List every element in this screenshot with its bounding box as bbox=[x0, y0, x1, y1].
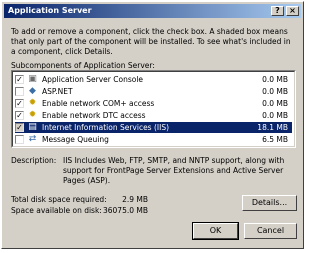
dtc-icon: ✹ bbox=[28, 110, 37, 120]
cancel-button[interactable]: Cancel bbox=[244, 223, 297, 239]
checkbox-message-queuing[interactable] bbox=[15, 135, 24, 144]
message-queuing-icon: ⇄ bbox=[28, 134, 37, 144]
component-row-aspnet[interactable]: ◆ ASP.NET 0.0 MB bbox=[15, 86, 292, 97]
component-size: 0.0 MB bbox=[262, 99, 288, 108]
component-name: Message Queuing bbox=[42, 135, 109, 144]
description-label: Description: bbox=[11, 156, 57, 165]
component-size: 0.0 MB bbox=[262, 75, 288, 84]
aspnet-icon: ◆ bbox=[29, 86, 36, 96]
help-button[interactable]: ? bbox=[271, 6, 284, 16]
application-server-dialog: Application Server ? × To add or remove … bbox=[1, 1, 304, 249]
close-button[interactable]: × bbox=[286, 6, 299, 16]
component-size: 0.0 MB bbox=[262, 111, 288, 120]
disk-required-value: 2.9 MB bbox=[122, 195, 148, 204]
checkbox-com-plus[interactable]: ✓ bbox=[15, 99, 24, 108]
component-size: 18.1 MB bbox=[257, 123, 288, 132]
component-size: 6.5 MB bbox=[262, 135, 288, 144]
component-name: Application Server Console bbox=[42, 75, 144, 84]
disk-available-label: Space available on disk: bbox=[11, 206, 102, 215]
components-list[interactable]: ✓ ▣ Application Server Console 0.0 MB ◆ … bbox=[11, 70, 296, 148]
component-row-com-plus[interactable]: ✓ ✹ Enable network COM+ access 0.0 MB bbox=[15, 98, 292, 109]
component-size: 0.0 MB bbox=[262, 87, 288, 96]
ok-button[interactable]: OK bbox=[192, 222, 239, 240]
window-title: Application Server bbox=[8, 6, 92, 15]
disk-required-label: Total disk space required: bbox=[11, 195, 107, 204]
component-name: Enable network DTC access bbox=[42, 111, 146, 120]
checkbox-iis[interactable]: ✓ bbox=[15, 123, 24, 132]
console-icon: ▣ bbox=[28, 74, 37, 84]
description-text: IIS Includes Web, FTP, SMTP, and NNTP su… bbox=[63, 156, 285, 185]
component-row-console[interactable]: ✓ ▣ Application Server Console 0.0 MB bbox=[15, 74, 292, 85]
component-row-iis[interactable]: ✓ ▤ Internet Information Services (IIS) … bbox=[15, 122, 292, 133]
component-name: Internet Information Services (IIS) bbox=[41, 123, 171, 132]
component-row-message-queuing[interactable]: ⇄ Message Queuing 6.5 MB bbox=[15, 134, 292, 145]
instructions-text: To add or remove a component, click the … bbox=[11, 27, 291, 56]
disk-available-value: 36075.0 MB bbox=[102, 206, 148, 215]
component-name: Enable network COM+ access bbox=[42, 99, 155, 108]
checkbox-aspnet[interactable] bbox=[15, 87, 24, 96]
checkbox-console[interactable]: ✓ bbox=[15, 75, 24, 84]
iis-icon: ▤ bbox=[28, 122, 37, 132]
title-bar[interactable]: Application Server ? × bbox=[4, 4, 301, 18]
component-row-dtc[interactable]: ✓ ✹ Enable network DTC access 0.0 MB bbox=[15, 110, 292, 121]
com-plus-icon: ✹ bbox=[28, 98, 37, 108]
component-name: ASP.NET bbox=[42, 87, 73, 96]
checkbox-dtc[interactable]: ✓ bbox=[15, 111, 24, 120]
details-button[interactable]: Details... bbox=[242, 195, 297, 211]
subcomponents-label: Subcomponents of Application Server: bbox=[11, 61, 155, 70]
